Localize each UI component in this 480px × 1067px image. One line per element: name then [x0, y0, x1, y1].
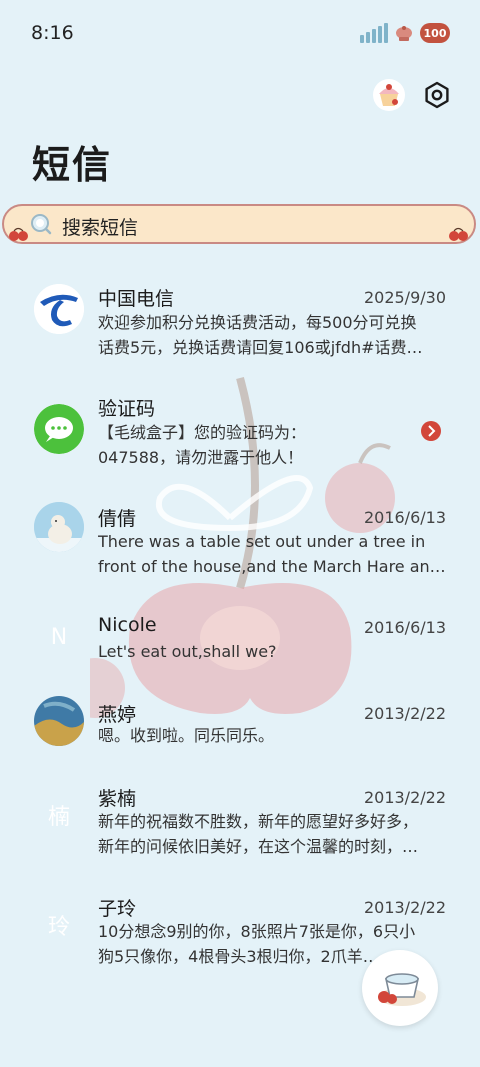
preview-line: There was a table set out under a tree i… — [98, 532, 426, 551]
message-preview: 【毛绒盒子】您的验证码为： 047588，请勿泄露于他人！ — [98, 420, 448, 470]
preview-line: 嗯。收到啦。同乐同乐。 — [98, 726, 275, 745]
sender-name: 验证码 — [98, 398, 156, 420]
preview-line: 047588，请勿泄露于他人！ — [98, 448, 304, 467]
message-date: 2016/6/13 — [363, 508, 446, 527]
message-preview: There was a table set out under a tree i… — [98, 529, 448, 579]
cupcake-icon[interactable] — [372, 78, 406, 112]
search-bar[interactable]: 搜索短信 — [2, 204, 476, 244]
list-item[interactable]: 中国电信 2025/9/30 欢迎参加积分兑换话费活动，每500分可兑换 话费5… — [0, 280, 480, 380]
message-bubble-icon — [34, 404, 84, 454]
list-item[interactable]: 楠 紫楠 2013/2/22 新年的祝福数不胜数，新年的愿望好多好多， 新年的问… — [0, 782, 480, 882]
preview-line: 【毛绒盒子】您的验证码为： — [98, 423, 307, 442]
avatar — [34, 404, 84, 454]
preview-line: 新年的问候依旧美好，在这个温馨的时刻，… — [98, 837, 419, 856]
preview-line: 10分想念9别的你，8张照片7张是你，6只小 — [98, 922, 416, 941]
list-item[interactable]: 倩倩 2016/6/13 There was a table set out u… — [0, 502, 480, 602]
message-date: 2013/2/22 — [363, 788, 446, 807]
status-icons: 100 — [360, 20, 450, 46]
list-item[interactable]: 验证码 【毛绒盒子】您的验证码为： 047588，请勿泄露于他人！ — [0, 392, 480, 492]
avatar — [34, 284, 84, 334]
sender-name: 紫楠 — [98, 788, 137, 810]
cherry-decoration-icon — [9, 227, 28, 241]
top-actions — [372, 78, 452, 112]
signal-icon — [360, 23, 388, 43]
avatar: 玲 — [47, 915, 70, 940]
cherry-decoration-icon — [449, 227, 468, 241]
photo-avatar-icon — [34, 696, 84, 746]
message-date: 2016/6/13 — [363, 618, 446, 637]
status-bar: 8:16 100 — [0, 0, 480, 66]
search-icon — [31, 214, 52, 235]
avatar: N — [50, 624, 68, 650]
sender-name: Nicole — [98, 614, 157, 636]
list-item[interactable]: 燕婷 2013/2/22 嗯。收到啦。同乐同乐。 — [0, 696, 480, 776]
sender-name: 子玲 — [98, 898, 137, 920]
preview-line: 欢迎参加积分兑换话费活动，每500分可兑换 — [98, 313, 417, 332]
message-preview: 欢迎参加积分兑换话费活动，每500分可兑换 话费5元，兑换话费请回复106或jf… — [98, 310, 448, 360]
preview-line: 新年的祝福数不胜数，新年的愿望好多好多， — [98, 812, 419, 831]
settings-icon[interactable] — [422, 80, 452, 110]
sender-name: 中国电信 — [98, 288, 175, 310]
message-preview: 嗯。收到啦。同乐同乐。 — [98, 723, 448, 748]
message-date: 2013/2/22 — [363, 704, 446, 723]
list-item[interactable]: N Nicole 2016/6/13 Let's eat out,shall w… — [0, 612, 480, 692]
search-placeholder: 搜索短信 — [62, 217, 139, 239]
compose-icon — [378, 973, 426, 1006]
preview-line: Let's eat out,shall we? — [98, 642, 277, 661]
polar-bear-avatar-icon — [34, 502, 84, 552]
message-preview: 新年的祝福数不胜数，新年的愿望好多好多， 新年的问候依旧美好，在这个温馨的时刻，… — [98, 809, 448, 859]
avatar — [34, 502, 84, 552]
avatar: 楠 — [47, 805, 70, 830]
wifi-icon — [396, 26, 412, 41]
preview-line: 话费5元，兑换话费请回复106或jfdh#话费… — [98, 338, 423, 357]
china-telecom-logo-icon — [34, 284, 84, 334]
page-title: 短信 — [32, 143, 113, 187]
message-date: 2013/2/22 — [363, 898, 446, 917]
battery-icon: 100 — [420, 23, 450, 43]
avatar — [34, 696, 84, 746]
preview-line: front of the house,and the March Hare an… — [98, 557, 446, 576]
message-date: 2025/9/30 — [363, 288, 446, 307]
status-time: 8:16 — [31, 22, 74, 44]
compose-button[interactable] — [362, 950, 438, 1026]
sender-name: 倩倩 — [98, 508, 137, 530]
message-preview: Let's eat out,shall we? — [98, 639, 448, 664]
